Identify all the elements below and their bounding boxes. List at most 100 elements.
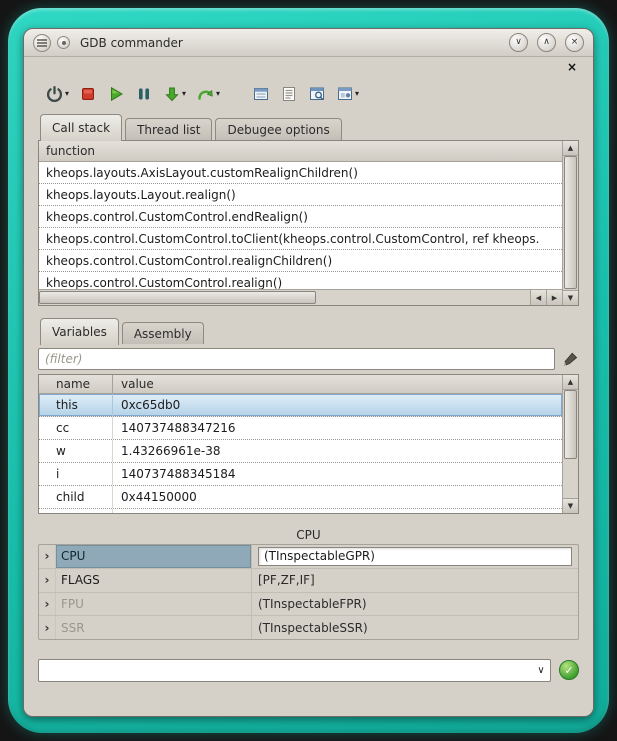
variables-header: name value xyxy=(39,375,562,394)
tab-variables[interactable]: Variables xyxy=(40,318,119,345)
callstack-row[interactable]: kheops.layouts.AxisLayout.customRealignC… xyxy=(39,162,562,184)
callstack-row[interactable]: kheops.control.CustomControl.realign() xyxy=(39,272,562,289)
variable-row[interactable]: i 140737488345184 xyxy=(39,463,562,486)
expand-chevron-icon[interactable]: › xyxy=(39,569,56,592)
cpu-row-value: (TInspectableSSR) xyxy=(252,616,578,639)
combo-dropdown-icon[interactable]: ∨ xyxy=(532,665,550,676)
maximize-icon: ∧ xyxy=(543,38,550,47)
variables-vscrollbar[interactable]: ▲ ▼ xyxy=(562,375,578,513)
variable-name: cc xyxy=(39,417,113,439)
callstack-row[interactable]: kheops.control.CustomControl.endRealign(… xyxy=(39,206,562,228)
variable-value: 1.43266961e-38 xyxy=(113,440,562,462)
command-input[interactable] xyxy=(39,660,532,681)
expand-chevron-icon[interactable]: › xyxy=(39,593,56,616)
command-combobox[interactable]: ∨ xyxy=(38,659,551,682)
callstack-tabbar: Call stack Thread list Debugee options xyxy=(38,114,579,140)
tools-dropdown-icon[interactable]: ▾ xyxy=(355,90,359,98)
messages-view-button[interactable] xyxy=(277,80,301,108)
variable-value: 0x44150000 xyxy=(113,486,562,508)
cpu-row-name[interactable]: FLAGS xyxy=(56,569,252,592)
scroll-up-icon[interactable]: ▲ xyxy=(563,141,578,156)
cpu-row[interactable]: › FPU (TInspectableFPR) xyxy=(39,593,578,617)
variable-name: this xyxy=(39,394,113,416)
dock-header: × xyxy=(38,59,579,74)
step-over-dropdown-icon[interactable]: ▾ xyxy=(216,90,220,98)
power-dropdown-icon[interactable]: ▾ xyxy=(65,90,69,98)
variable-value: 140737488345184 xyxy=(113,463,562,485)
expand-chevron-icon[interactable]: › xyxy=(39,616,56,639)
callstack-panel: function kheops.layouts.AxisLayout.custo… xyxy=(38,140,579,306)
variable-row[interactable]: cc 140737488347216 xyxy=(39,417,562,440)
column-header-value[interactable]: value xyxy=(113,375,562,393)
vscroll-thumb[interactable] xyxy=(564,156,577,289)
variables-list: this 0xc65db0 cc 140737488347216 w 1.432… xyxy=(39,394,562,513)
hscroll-thumb[interactable] xyxy=(39,291,316,304)
cpu-row-name[interactable]: FPU xyxy=(56,593,252,616)
dock-close-icon[interactable]: × xyxy=(565,61,579,73)
scroll-left-icon[interactable]: ◀ xyxy=(530,290,546,305)
cpu-group-title: CPU xyxy=(38,528,579,544)
callstack-row[interactable]: kheops.control.CustomControl.realignChil… xyxy=(39,250,562,272)
debug-toolbar: ▾ xyxy=(38,74,579,114)
variable-name: b xyxy=(39,509,113,513)
pin-icon[interactable] xyxy=(57,36,70,49)
callstack-column-header[interactable]: function xyxy=(39,141,562,162)
step-into-dropdown-icon[interactable]: ▾ xyxy=(182,90,186,98)
callstack-row[interactable]: kheops.layouts.Layout.realign() xyxy=(39,184,562,206)
variable-row[interactable]: w 1.43266961e-38 xyxy=(39,440,562,463)
scroll-down-icon[interactable]: ▼ xyxy=(563,498,578,513)
tab-debugee-options[interactable]: Debugee options xyxy=(215,118,341,140)
variable-value: 0xc65db0 xyxy=(113,394,562,416)
filter-input[interactable] xyxy=(38,348,555,370)
variable-name: i xyxy=(39,463,113,485)
variable-value: 140737488347216 xyxy=(113,417,562,439)
callstack-row[interactable]: kheops.control.CustomControl.toClient(kh… xyxy=(39,228,562,250)
tools-view-button[interactable]: ▾ xyxy=(333,80,362,108)
titlebar[interactable]: GDB commander ∨ ∧ × xyxy=(24,29,593,57)
cpu-row[interactable]: › SSR (TInspectableSSR) xyxy=(39,616,578,639)
scroll-right-icon[interactable]: ▶ xyxy=(546,290,562,305)
client-area: × ▾ xyxy=(24,57,593,716)
variable-row[interactable]: this 0xc65db0 xyxy=(39,394,562,417)
pause-button[interactable] xyxy=(132,80,156,108)
cpu-value-editor[interactable]: (TInspectableGPR) xyxy=(258,547,572,566)
tab-assembly[interactable]: Assembly xyxy=(122,322,204,344)
close-button[interactable]: × xyxy=(565,33,584,52)
cpu-row-name[interactable]: SSR xyxy=(56,616,252,639)
shade-icon: ∨ xyxy=(515,38,522,47)
callstack-list: kheops.layouts.AxisLayout.customRealignC… xyxy=(39,162,562,289)
shade-button[interactable]: ∨ xyxy=(509,33,528,52)
ok-button[interactable]: ✓ xyxy=(559,660,579,680)
cpu-row-value: (TInspectableGPR) xyxy=(252,545,578,568)
tab-call-stack[interactable]: Call stack xyxy=(40,114,122,141)
cpu-row-name[interactable]: CPU xyxy=(56,545,252,568)
watches-view-button[interactable] xyxy=(305,80,329,108)
scroll-down-icon[interactable]: ▼ xyxy=(563,290,578,305)
step-over-button[interactable]: ▾ xyxy=(193,80,223,108)
vscroll-thumb[interactable] xyxy=(564,390,577,459)
tab-thread-list[interactable]: Thread list xyxy=(125,118,212,140)
cpu-row-value: [PF,ZF,IF] xyxy=(252,569,578,592)
filter-row xyxy=(38,344,579,374)
step-into-button[interactable]: ▾ xyxy=(160,80,189,108)
window-menu-icon[interactable] xyxy=(33,34,51,52)
variable-row[interactable]: child 0x44150000 xyxy=(39,486,562,509)
window-controls: ∨ ∧ × xyxy=(509,33,584,52)
cpu-row[interactable]: › FLAGS [PF,ZF,IF] xyxy=(39,569,578,593)
scroll-up-icon[interactable]: ▲ xyxy=(563,375,578,390)
expand-chevron-icon[interactable]: › xyxy=(39,545,56,568)
power-button[interactable]: ▾ xyxy=(42,80,72,108)
variable-row[interactable]: b 1.43266961e-38 xyxy=(39,509,562,513)
variables-panel: name value this 0xc65db0 cc 140737488347… xyxy=(38,374,579,514)
column-header-name[interactable]: name xyxy=(39,375,113,393)
callstack-hscrollbar[interactable]: ◀ ▶ xyxy=(39,289,562,305)
stop-button[interactable] xyxy=(76,80,100,108)
cpu-row[interactable]: › CPU (TInspectableGPR) xyxy=(39,545,578,569)
frames-view-button[interactable] xyxy=(249,80,273,108)
cpu-inspector: › CPU (TInspectableGPR) › FLAGS [PF,ZF,I… xyxy=(38,544,579,640)
run-button[interactable] xyxy=(104,80,128,108)
variable-value: 1.43266961e-38 xyxy=(113,509,562,513)
callstack-vscrollbar[interactable]: ▲ ▼ xyxy=(562,141,578,305)
maximize-button[interactable]: ∧ xyxy=(537,33,556,52)
filter-brush-icon[interactable] xyxy=(562,351,579,368)
